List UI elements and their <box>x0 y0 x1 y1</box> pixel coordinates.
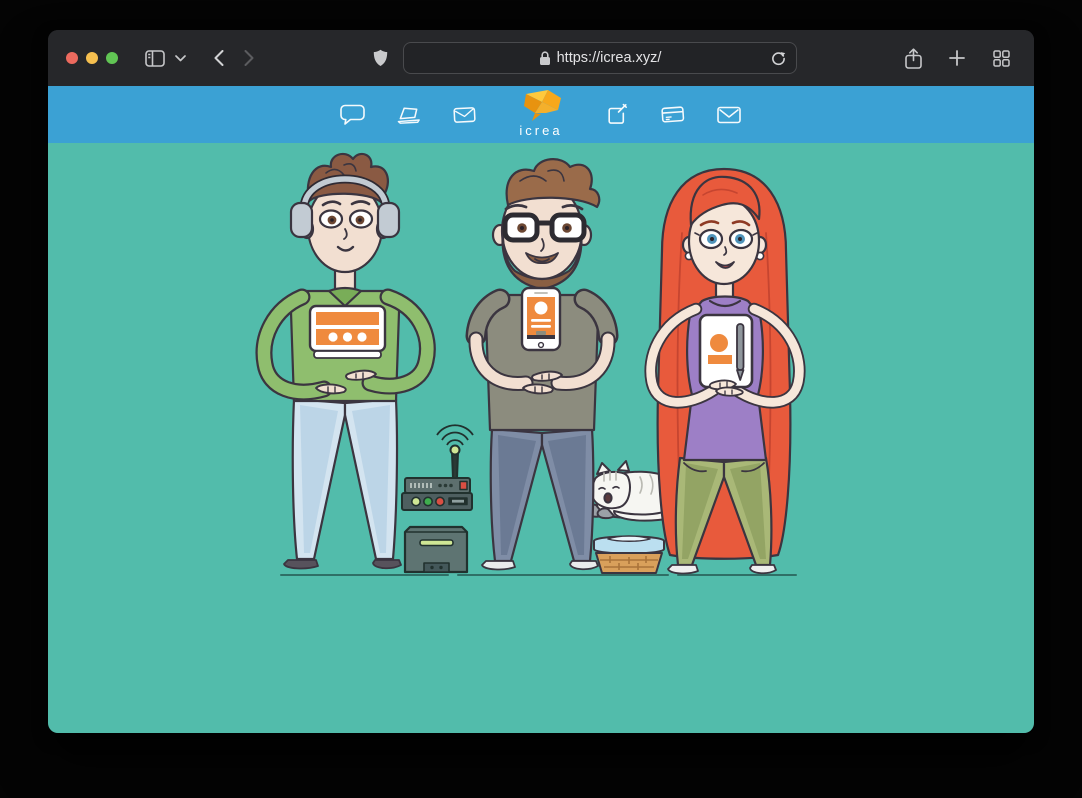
privacy-report-button[interactable] <box>365 43 395 73</box>
nav-laptop-link[interactable] <box>396 102 422 128</box>
url-text: https://icrea.xyz/ <box>557 50 662 66</box>
lock-icon <box>539 51 551 66</box>
radio-device <box>310 306 385 358</box>
tab-overview-button[interactable] <box>986 43 1016 73</box>
logo-icon <box>519 89 563 122</box>
cat-basket <box>594 536 664 573</box>
window-controls <box>66 52 118 64</box>
back-button[interactable] <box>204 43 234 73</box>
reload-icon <box>771 51 786 66</box>
tablet <box>700 315 752 387</box>
logo-text: icrea <box>519 123 562 138</box>
bank-card-icon <box>660 104 686 125</box>
site-logo[interactable]: icrea <box>512 89 570 138</box>
notes-icon <box>605 103 629 127</box>
hero-illustration <box>48 143 1034 733</box>
minimize-window-button[interactable] <box>86 52 98 64</box>
tab-overview-icon <box>993 50 1010 67</box>
wifi-router <box>402 425 473 510</box>
speaker-box <box>405 527 467 572</box>
share-icon <box>905 48 922 69</box>
page-content <box>48 143 1034 733</box>
nav-contact-link[interactable] <box>716 102 742 128</box>
sidebar-icon <box>145 50 165 67</box>
chat-bubble-icon <box>340 103 366 126</box>
share-button[interactable] <box>898 43 928 73</box>
browser-toolbar: https://icrea.xyz/ <box>48 30 1034 86</box>
address-bar[interactable]: https://icrea.xyz/ <box>403 42 797 74</box>
chevron-back-icon <box>214 50 224 66</box>
nav-chat-link[interactable] <box>340 102 366 128</box>
chevron-forward-icon <box>244 50 254 66</box>
nav-portfolio-link[interactable] <box>452 102 478 128</box>
chevron-down-icon <box>175 55 186 62</box>
smartphone <box>522 288 560 350</box>
zoom-window-button[interactable] <box>106 52 118 64</box>
nav-notes-link[interactable] <box>604 102 630 128</box>
woman-with-tablet <box>651 169 800 573</box>
site-navbar: icrea <box>48 86 1034 143</box>
new-tab-button[interactable] <box>942 43 972 73</box>
laptop-icon <box>396 104 422 126</box>
sidebar-toggle-button[interactable] <box>140 43 170 73</box>
portfolio-icon <box>452 104 478 125</box>
close-window-button[interactable] <box>66 52 78 64</box>
tab-group-dropdown-button[interactable] <box>170 43 190 73</box>
man-with-glasses <box>476 159 608 569</box>
browser-window: https://icrea.xyz/ <box>48 30 1034 733</box>
forward-button[interactable] <box>234 43 264 73</box>
plus-icon <box>949 50 965 66</box>
reload-button[interactable] <box>767 47 789 69</box>
shield-icon <box>373 49 388 67</box>
nav-payments-link[interactable] <box>660 102 686 128</box>
mail-icon <box>716 105 742 125</box>
